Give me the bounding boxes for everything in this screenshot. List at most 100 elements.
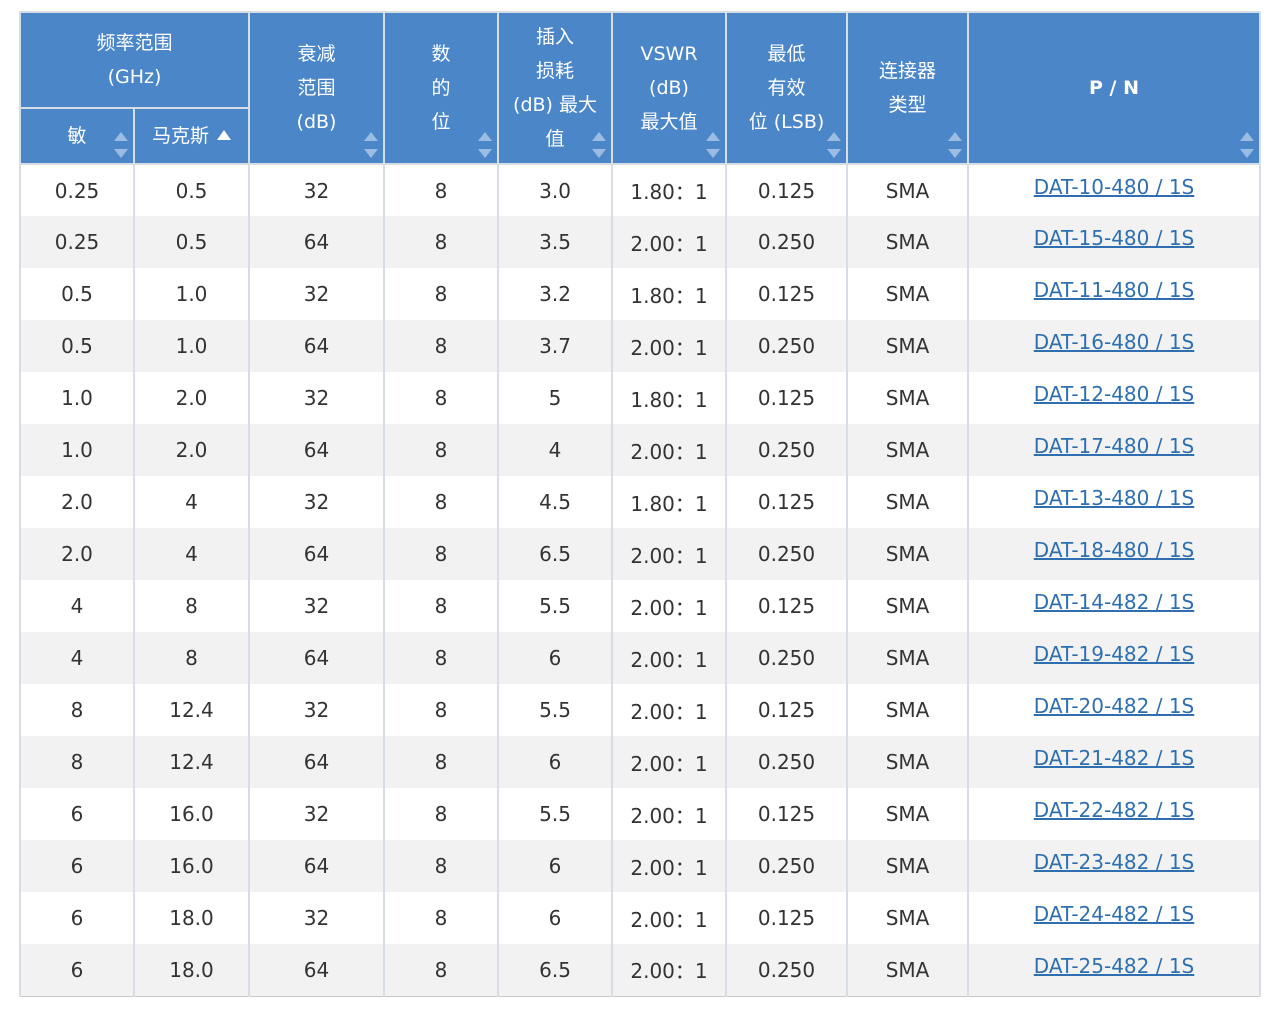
cell-insertion-loss: 4.5 xyxy=(497,476,614,528)
part-number-link[interactable]: DAT-19-482 / 1S xyxy=(1034,642,1195,666)
cell-freq-max: 16.0 xyxy=(132,840,251,892)
part-number-link[interactable]: DAT-21-482 / 1S xyxy=(1034,746,1195,770)
cell-connector-type: SMA xyxy=(846,164,970,216)
cell-freq-min: 1.0 xyxy=(19,372,135,424)
part-number-link[interactable]: DAT-11-480 / 1S xyxy=(1034,278,1195,302)
cell-insertion-loss-value: 6.5 xyxy=(539,542,571,566)
sort-both-icon[interactable] xyxy=(948,132,963,158)
sort-both-icon[interactable] xyxy=(478,132,493,158)
header-min[interactable]: 敏 xyxy=(19,107,135,165)
cell-vswr-value: 2.00：1 xyxy=(630,959,708,984)
cell-freq-min-value: 1.0 xyxy=(61,438,93,462)
cell-connector-type-value: SMA xyxy=(885,646,930,670)
cell-insertion-loss: 6.5 xyxy=(497,528,614,580)
part-number-link[interactable]: DAT-17-480 / 1S xyxy=(1034,434,1195,458)
cell-bits-value: 8 xyxy=(434,230,448,254)
cell-insertion-loss-value: 5.5 xyxy=(539,698,571,722)
cell-part-number: DAT-20-482 / 1S xyxy=(967,684,1262,736)
sort-ascending-icon[interactable] xyxy=(217,130,232,140)
part-number-link[interactable]: DAT-15-480 / 1S xyxy=(1034,226,1195,250)
part-number-link[interactable]: DAT-24-482 / 1S xyxy=(1034,902,1195,926)
cell-vswr-value: 1.80：1 xyxy=(630,387,708,412)
cell-part-number: DAT-23-482 / 1S xyxy=(967,840,1262,892)
cell-freq-max-value: 16.0 xyxy=(169,802,214,826)
cell-part-number: DAT-15-480 / 1S xyxy=(967,216,1262,268)
cell-freq-max-value: 2.0 xyxy=(175,438,208,462)
cell-part-number: DAT-17-480 / 1S xyxy=(967,424,1262,476)
cell-bits-value: 8 xyxy=(434,906,448,930)
cell-connector-type: SMA xyxy=(846,476,970,528)
table-row: 0.5 1.0 32 8 3.2 1.80：1 0.125 SMA DAT-11-480 / 1… xyxy=(19,268,1262,320)
cell-bits: 8 xyxy=(383,684,500,736)
cell-attenuation-range: 64 xyxy=(248,736,386,788)
header-bits[interactable]: 数 的 位 xyxy=(383,11,500,165)
table-row: 4 8 64 8 6 2.00：1 0.250 SMA DAT-19-482 / 1S xyxy=(19,632,1262,684)
part-number-link[interactable]: DAT-23-482 / 1S xyxy=(1034,850,1195,874)
cell-connector-type: SMA xyxy=(846,892,970,944)
sort-both-icon[interactable] xyxy=(706,132,721,158)
cell-freq-max: 4 xyxy=(132,528,251,580)
cell-bits: 8 xyxy=(383,736,500,788)
header-insertion-loss[interactable]: 插入 损耗 (dB) 最大 值 xyxy=(497,11,614,165)
cell-connector-type-value: SMA xyxy=(885,334,930,358)
table-row: 2.0 4 64 8 6.5 2.00：1 0.250 SMA DAT-18-480 / 1S xyxy=(19,528,1262,580)
sort-both-icon[interactable] xyxy=(827,132,842,158)
cell-vswr: 2.00：1 xyxy=(611,632,728,684)
cell-freq-min-value: 2.0 xyxy=(61,542,93,566)
header-lsb[interactable]: 最低 有效 位 (LSB) xyxy=(725,11,849,165)
part-number-link[interactable]: DAT-22-482 / 1S xyxy=(1034,798,1195,822)
cell-bits-value: 8 xyxy=(434,386,448,410)
cell-part-number: DAT-11-480 / 1S xyxy=(967,268,1262,320)
header-vswr[interactable]: VSWR (dB) 最大值 xyxy=(611,11,728,165)
part-number-link[interactable]: DAT-18-480 / 1S xyxy=(1034,538,1195,562)
cell-vswr-value: 1.80：1 xyxy=(630,491,708,516)
cell-lsb: 0.250 xyxy=(725,736,849,788)
part-number-link[interactable]: DAT-16-480 / 1S xyxy=(1034,330,1195,354)
cell-insertion-loss: 6 xyxy=(497,892,614,944)
part-number-link[interactable]: DAT-25-482 / 1S xyxy=(1034,954,1195,978)
part-number-link[interactable]: DAT-14-482 / 1S xyxy=(1034,590,1195,614)
cell-part-number: DAT-12-480 / 1S xyxy=(967,372,1262,424)
header-part-number[interactable]: P / N xyxy=(967,11,1262,165)
cell-freq-max-value: 1.0 xyxy=(175,334,208,358)
cell-vswr: 1.80：1 xyxy=(611,164,728,216)
cell-bits: 8 xyxy=(383,372,500,424)
cell-connector-type-value: SMA xyxy=(885,438,930,462)
cell-freq-min-value: 0.25 xyxy=(54,230,100,254)
cell-connector-type-value: SMA xyxy=(885,178,930,203)
sort-both-icon[interactable] xyxy=(114,132,128,158)
sort-both-icon[interactable] xyxy=(364,132,379,158)
cell-part-number: DAT-22-482 / 1S xyxy=(967,788,1262,840)
cell-connector-type-value: SMA xyxy=(885,542,930,566)
cell-freq-max: 2.0 xyxy=(132,372,251,424)
cell-connector-type: SMA xyxy=(846,528,970,580)
header-attenuation-range[interactable]: 衰减 范围 (dB) xyxy=(248,11,386,165)
part-number-link[interactable]: DAT-13-480 / 1S xyxy=(1034,486,1195,510)
cell-bits: 8 xyxy=(383,580,500,632)
table-row: 6 16.0 32 8 5.5 2.00：1 0.125 SMA DAT-22-482 / 1S xyxy=(19,788,1262,840)
table-row: 8 12.4 64 8 6 2.00：1 0.250 SMA DAT-21-482 / 1S xyxy=(19,736,1262,788)
cell-part-number: DAT-10-480 / 1S xyxy=(967,164,1262,216)
cell-freq-min-value: 1.0 xyxy=(61,386,93,410)
cell-lsb-value: 0.125 xyxy=(757,282,816,306)
cell-lsb-value: 0.250 xyxy=(757,646,816,670)
header-max[interactable]: 马克斯 xyxy=(132,107,251,165)
cell-attenuation-range: 64 xyxy=(248,944,386,996)
table-row: 0.5 1.0 64 8 3.7 2.00：1 0.250 SMA DAT-16-480 / 1… xyxy=(19,320,1262,372)
cell-bits: 8 xyxy=(383,424,500,476)
cell-connector-type-value: SMA xyxy=(885,282,930,306)
cell-vswr: 1.80：1 xyxy=(611,268,728,320)
cell-attenuation-range-value: 32 xyxy=(303,594,330,618)
header-connector-type[interactable]: 连接器 类型 xyxy=(846,11,970,165)
part-number-link[interactable]: DAT-12-480 / 1S xyxy=(1034,382,1195,406)
cell-bits: 8 xyxy=(383,268,500,320)
part-number-link[interactable]: DAT-20-482 / 1S xyxy=(1034,694,1195,718)
cell-bits: 8 xyxy=(383,944,500,996)
sort-both-icon[interactable] xyxy=(592,132,607,158)
part-number-link[interactable]: DAT-10-480 / 1S xyxy=(1034,175,1195,199)
cell-insertion-loss: 6 xyxy=(497,840,614,892)
header-max-label: 马克斯 xyxy=(152,125,210,147)
cell-bits-value: 8 xyxy=(434,438,448,462)
header-vswr-label: VSWR (dB) 最大值 xyxy=(640,43,698,133)
sort-both-icon[interactable] xyxy=(1240,132,1255,158)
